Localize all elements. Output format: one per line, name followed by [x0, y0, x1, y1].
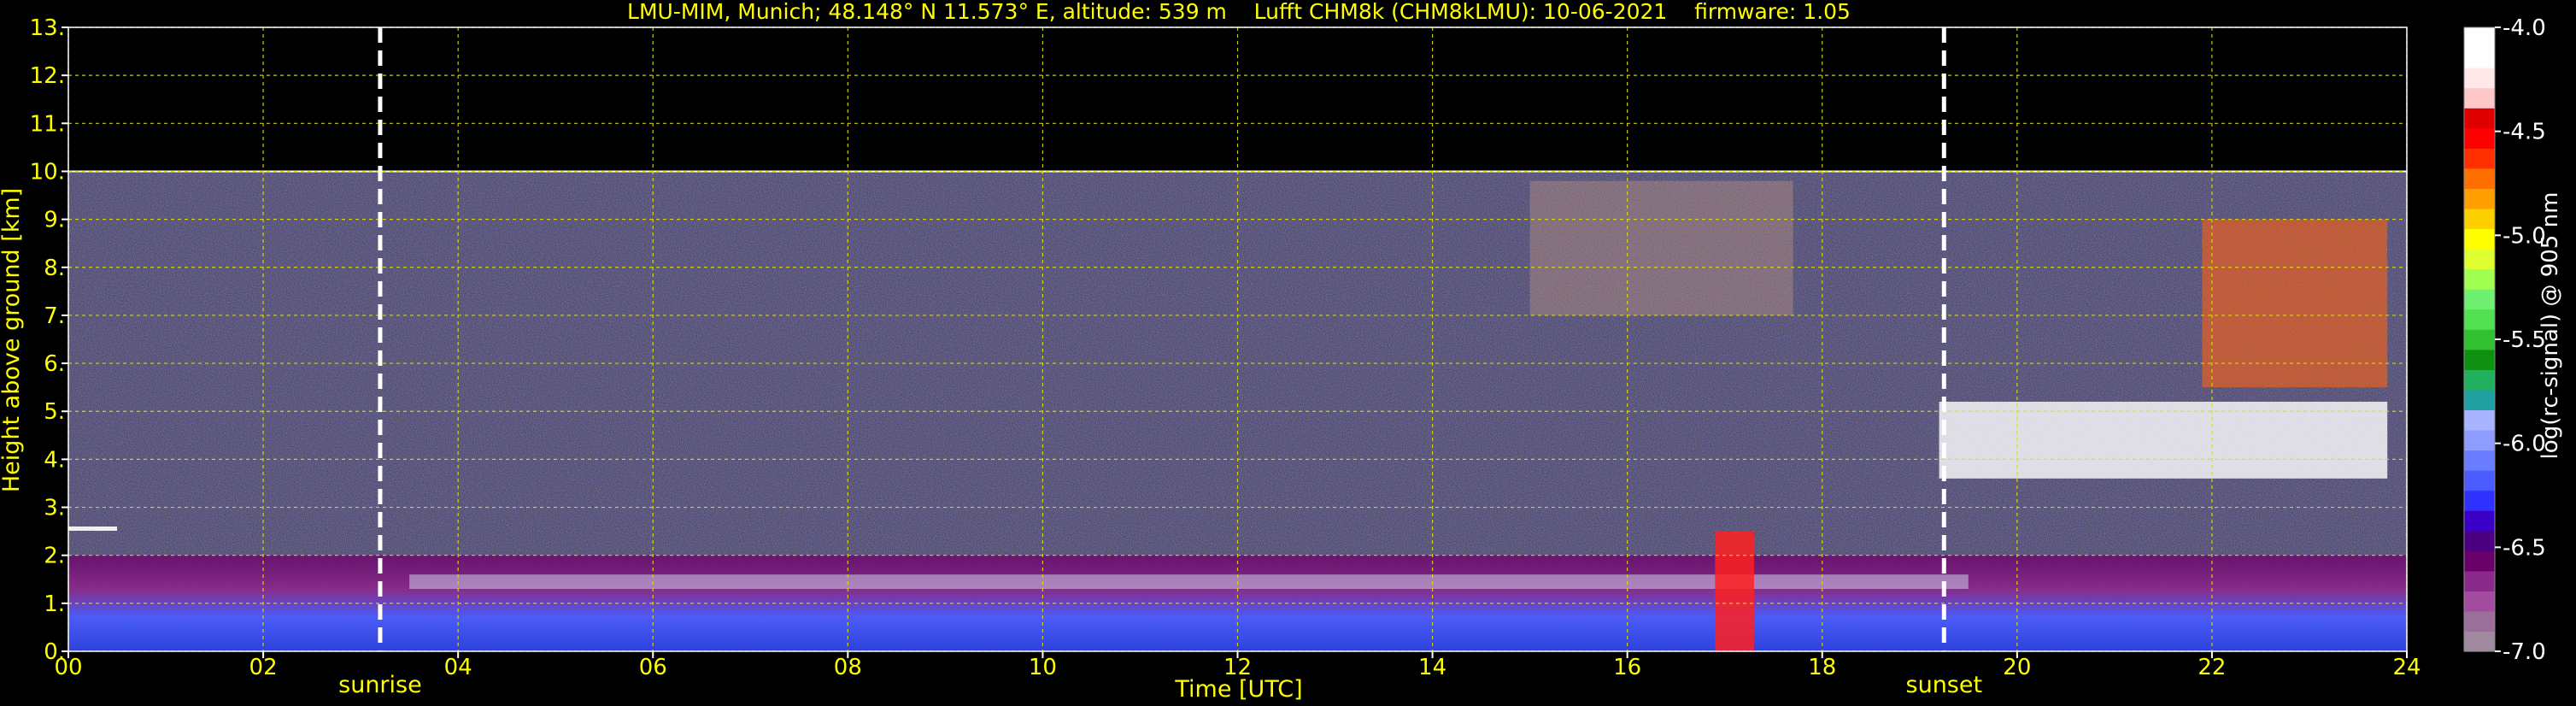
colorbar-tick-label: -4.0 — [2503, 15, 2546, 41]
marker-label-sunset: sunset — [1906, 672, 1983, 698]
colorbar-tick-label: -6.5 — [2503, 535, 2546, 561]
colorbar-segment — [2464, 530, 2495, 551]
x-tick-label: 16 — [1613, 655, 1641, 680]
x-tick-label: 22 — [2198, 655, 2226, 680]
colorbar-tick-label: -4.5 — [2503, 120, 2546, 145]
colorbar-segment — [2464, 148, 2495, 169]
y-tick-label: 11. — [30, 111, 65, 137]
colorbar-segment — [2464, 550, 2495, 572]
colorbar-segment — [2464, 610, 2495, 632]
feature-mid-level-cloud — [1939, 402, 2388, 479]
y-tick-label: 2. — [44, 544, 65, 569]
colorbar-segment — [2464, 127, 2495, 149]
x-tick-label: 08 — [834, 655, 862, 680]
y-tick-label: 4. — [44, 447, 65, 473]
colorbar-segment — [2464, 490, 2495, 511]
y-tick-label: 13. — [30, 15, 65, 41]
colorbar-segment — [2464, 389, 2495, 411]
y-tick-label: 1. — [44, 591, 65, 617]
colorbar-segment — [2464, 27, 2495, 49]
y-tick-label: 12. — [30, 63, 65, 89]
x-tick-label: 04 — [444, 655, 472, 680]
colorbar: -4.0-4.5-5.0-5.5-6.0-6.5-7.0 — [2463, 15, 2546, 665]
y-tick-label: 10. — [30, 159, 65, 185]
x-tick-label: 18 — [1808, 655, 1836, 680]
colorbar-segment — [2464, 228, 2495, 250]
feature-cirrus — [1529, 180, 1793, 315]
colorbar-segment — [2464, 510, 2495, 532]
x-tick-label: 24 — [2392, 655, 2421, 680]
y-tick-label: 8. — [44, 256, 65, 281]
y-tick-label: 5. — [44, 399, 65, 425]
y-axis-label: Height above ground [km] — [0, 188, 25, 492]
x-tick-label: 06 — [639, 655, 667, 680]
feature-residual-layer-top — [68, 527, 118, 531]
colorbar-segment — [2464, 268, 2495, 290]
colorbar-segment — [2464, 329, 2495, 350]
colorbar-segment — [2464, 108, 2495, 129]
colorbar-segment — [2464, 369, 2495, 391]
x-axis-label: Time [UTC] — [1174, 676, 1302, 703]
colorbar-segment — [2464, 188, 2495, 209]
y-tick-label: 9. — [44, 208, 65, 233]
colorbar-segment — [2464, 631, 2495, 652]
colorbar-segment — [2464, 87, 2495, 109]
colorbar-segment — [2464, 450, 2495, 471]
colorbar-segment — [2464, 429, 2495, 451]
colorbar-segment — [2464, 289, 2495, 310]
y-tick-label: 0. — [44, 639, 65, 665]
colorbar-segment — [2464, 309, 2495, 330]
chart-title: LMU-MIM, Munich; 48.148° N 11.573° E, al… — [627, 0, 1851, 24]
y-tick-label: 6. — [44, 351, 65, 377]
feature-high-cloud — [2202, 219, 2388, 388]
marker-label-sunrise: sunrise — [338, 672, 422, 698]
colorbar-label: log(rc-signal) @ 905 nm — [2538, 192, 2563, 460]
colorbar-segment — [2464, 249, 2495, 270]
colorbar-segment — [2464, 168, 2495, 189]
colorbar-segment — [2464, 470, 2495, 491]
y-tick-label: 7. — [44, 303, 65, 329]
x-tick-label: 02 — [249, 655, 278, 680]
x-tick-label: 10 — [1029, 655, 1057, 680]
colorbar-segment — [2464, 591, 2495, 612]
x-tick-label: 14 — [1418, 655, 1446, 680]
colorbar-segment — [2464, 47, 2495, 68]
x-tick-label: 20 — [2003, 655, 2031, 680]
colorbar-segment — [2464, 68, 2495, 89]
feature-precipitation-column — [1715, 531, 1754, 651]
colorbar-segment — [2464, 570, 2495, 591]
colorbar-segment — [2464, 349, 2495, 370]
colorbar-tick-label: -7.0 — [2503, 639, 2546, 665]
colorbar-segment — [2464, 208, 2495, 230]
ceilometer-chart: sunrise sunset 00 02 04 06 08 10 12 14 16 18 20 22 24… — [0, 0, 2563, 703]
colorbar-segment — [2464, 409, 2495, 431]
y-tick-label: 3. — [44, 496, 65, 521]
